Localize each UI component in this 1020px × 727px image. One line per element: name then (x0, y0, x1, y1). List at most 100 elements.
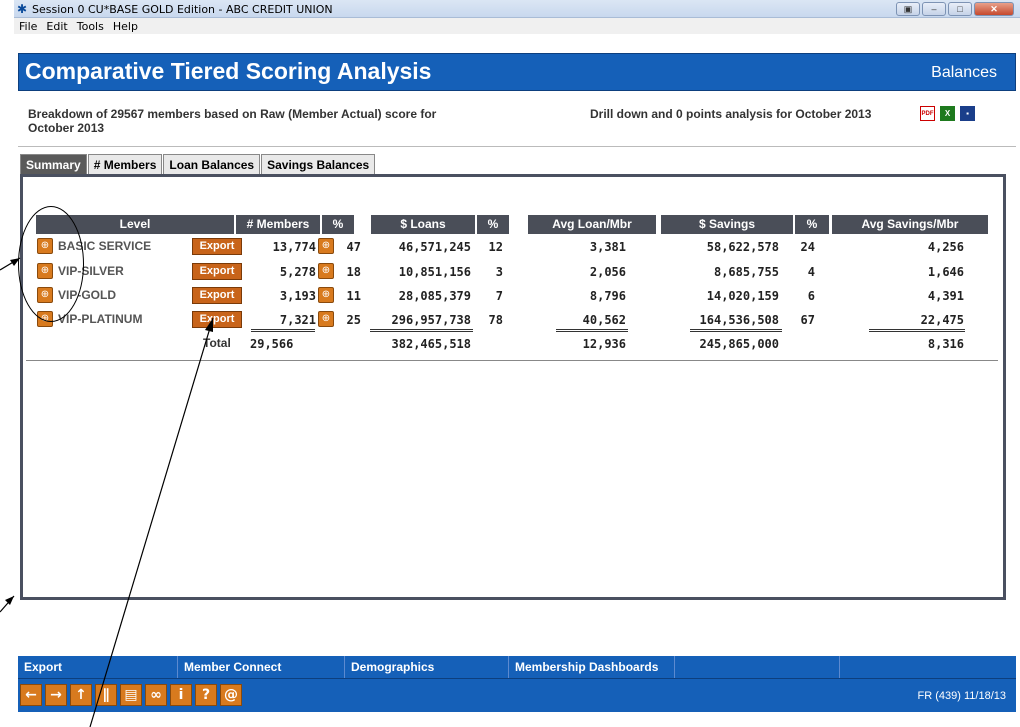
menu-edit[interactable]: Edit (41, 18, 71, 33)
total-underline (556, 329, 628, 332)
avg-loan-value: 2,056 (589, 265, 626, 279)
col-avg-loan: Avg Loan/Mbr (528, 215, 656, 234)
total-loans: 382,465,518 (391, 337, 471, 351)
total-avg-loan: 12,936 (582, 337, 626, 351)
col-loans: $ Loans (371, 215, 475, 234)
members-value: 7,321 (279, 313, 316, 327)
demographics-menu-item[interactable]: Demographics (345, 656, 509, 678)
breakdown-line-2: October 2013 (28, 121, 105, 135)
pct-savings-value: 67 (800, 313, 815, 327)
total-members: 29,566 (250, 337, 294, 351)
drilldown-description: Drill down and 0 points analysis for Oct… (590, 107, 872, 121)
total-underline (690, 329, 782, 332)
header-section-label: Balances (931, 64, 997, 81)
restore-icon[interactable]: ▣ (896, 2, 920, 16)
members-value: 5,278 (279, 265, 316, 279)
loans-value: 28,085,379 (398, 289, 471, 303)
page-header: Comparative Tiered Scoring Analysis Bala… (18, 53, 1016, 91)
tab-members[interactable]: # Members (87, 154, 163, 174)
window-title: Session 0 CU*BASE GOLD Edition - ABC CRE… (32, 3, 333, 16)
export-button[interactable]: Export (192, 238, 242, 255)
zoom-icon[interactable]: ⊕ (318, 311, 334, 327)
avg-savings-value: 4,391 (927, 289, 964, 303)
total-label: Total (203, 336, 231, 350)
pct-loans-value: 7 (495, 289, 503, 303)
menu-tools[interactable]: Tools (72, 18, 108, 33)
savings-value: 8,685,755 (713, 265, 779, 279)
col-pct-loans: % (477, 215, 509, 234)
pause-icon[interactable]: ∥ (95, 684, 117, 706)
breakdown-line-1: Breakdown of 29567 members based on Raw … (28, 107, 437, 121)
savings-value: 164,536,508 (699, 313, 779, 327)
avg-loan-value: 3,381 (589, 240, 626, 254)
help-icon[interactable]: ? (195, 684, 217, 706)
minimize-button[interactable]: – (922, 2, 946, 16)
total-savings: 245,865,000 (699, 337, 779, 351)
pct-loans-value: 3 (495, 265, 503, 279)
page-title: Comparative Tiered Scoring Analysis (25, 58, 432, 84)
pct-savings-value: 24 (800, 240, 815, 254)
tab-savings-balances[interactable]: Savings Balances (261, 154, 376, 174)
loans-value: 10,851,156 (398, 265, 471, 279)
export-button[interactable]: Export (192, 287, 242, 304)
excel-icon[interactable]: X (940, 106, 955, 121)
export-menu-item[interactable]: Export (18, 656, 178, 678)
export-button[interactable]: Export (192, 263, 242, 280)
pdf-icon[interactable]: PDF (920, 106, 935, 121)
zoom-icon[interactable]: ⊕ (318, 263, 334, 279)
zoom-icon[interactable]: ⊕ (318, 238, 334, 254)
print-icon[interactable]: ▤ (120, 684, 142, 706)
divider (18, 146, 1016, 147)
total-underline (251, 329, 315, 332)
maximize-button[interactable]: □ (948, 2, 972, 16)
pct-members-value: 47 (346, 240, 361, 254)
at-icon[interactable]: @ (220, 684, 242, 706)
avg-savings-value: 1,646 (927, 265, 964, 279)
loans-value: 296,957,738 (391, 313, 471, 327)
pct-loans-value: 12 (488, 240, 503, 254)
menu-help[interactable]: Help (108, 18, 142, 33)
membership-dashboards-menu-item[interactable]: Membership Dashboards (509, 656, 675, 678)
total-avg-savings: 8,316 (927, 337, 964, 351)
members-value: 3,193 (279, 289, 316, 303)
arrow-right-icon[interactable]: → (45, 684, 67, 706)
members-value: 13,774 (272, 240, 316, 254)
tab-summary[interactable]: Summary (20, 154, 87, 174)
pct-members-value: 11 (346, 289, 361, 303)
col-savings: $ Savings (661, 215, 793, 234)
title-bar: ✱ Session 0 CU*BASE GOLD Edition - ABC C… (14, 0, 1020, 18)
close-button[interactable]: ✕ (974, 2, 1014, 16)
app-window: ✱ Session 0 CU*BASE GOLD Edition - ABC C… (14, 0, 1020, 727)
level-name: VIP-PLATINUM (58, 312, 143, 326)
zoom-icon[interactable]: ⊕ (318, 287, 334, 303)
tab-bar: Summary # Members Loan Balances Savings … (20, 154, 376, 174)
member-connect-menu-item[interactable]: Member Connect (178, 656, 345, 678)
arrow-left-icon[interactable]: ← (20, 684, 42, 706)
pct-savings-value: 4 (807, 265, 815, 279)
save-icon[interactable]: ▪ (960, 106, 975, 121)
session-status: FR (439) 11/18/13 (917, 690, 1006, 702)
savings-value: 14,020,159 (706, 289, 779, 303)
link-icon[interactable]: ∞ (145, 684, 167, 706)
breakdown-description: Breakdown of 29567 members based on Raw … (28, 107, 498, 135)
export-button[interactable]: Export (192, 311, 242, 328)
savings-value: 58,622,578 (706, 240, 779, 254)
app-logo-icon: ✱ (17, 2, 28, 16)
panel-divider (26, 360, 998, 361)
menu-file[interactable]: File (14, 18, 41, 33)
avg-savings-value: 4,256 (927, 240, 964, 254)
annotation-circle (18, 206, 84, 322)
total-underline (370, 329, 473, 332)
tab-loan-balances[interactable]: Loan Balances (163, 154, 261, 174)
empty-menu-item[interactable] (675, 656, 840, 678)
col-pct-savings: % (795, 215, 829, 234)
info-icon[interactable]: i (170, 684, 192, 706)
col-members: # Members (236, 215, 320, 234)
arrow-up-icon[interactable]: ↑ (70, 684, 92, 706)
pct-savings-value: 6 (807, 289, 815, 303)
col-avg-savings: Avg Savings/Mbr (832, 215, 988, 234)
menu-bar: File Edit Tools Help (14, 18, 1020, 34)
pct-members-value: 25 (346, 313, 361, 327)
empty-menu-item[interactable] (840, 656, 1000, 678)
pct-members-value: 18 (346, 265, 361, 279)
